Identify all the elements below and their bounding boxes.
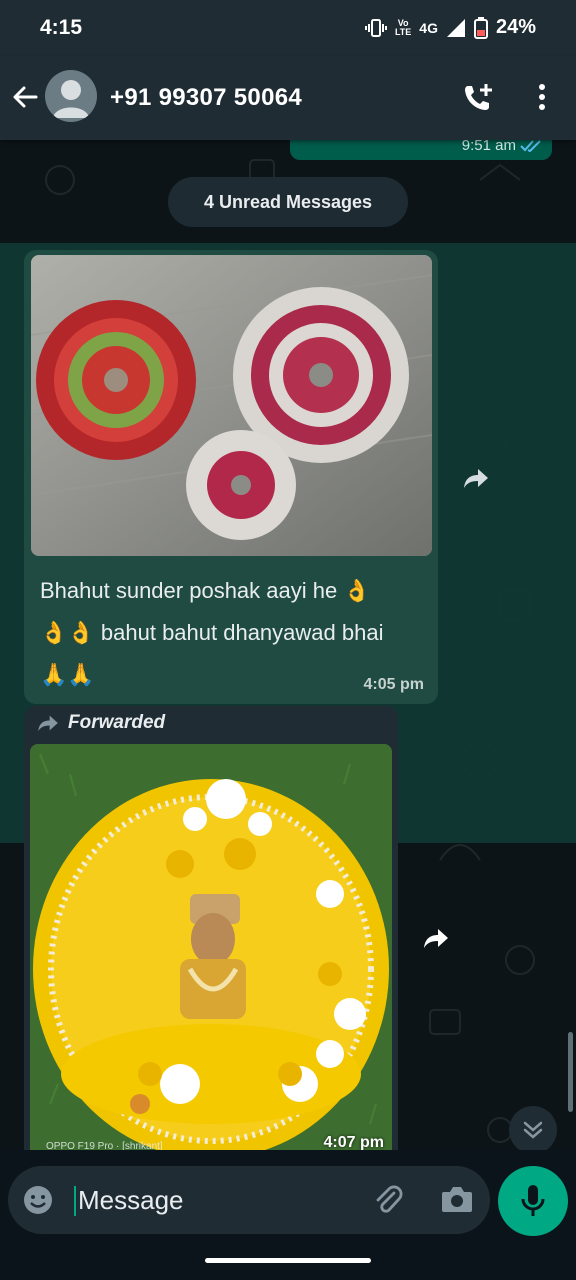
forward-arrow-icon [424, 929, 448, 948]
avatar[interactable] [45, 70, 97, 122]
status-time: 4:15 [40, 16, 83, 39]
contact-name[interactable]: +91 99307 50064 [110, 84, 302, 112]
previous-message-time: 9:51 am [462, 140, 542, 154]
message-time: 4:05 pm [363, 676, 424, 693]
status-icons: Vo LTE 4G 24% [364, 16, 536, 39]
battery-percent: 24% [495, 16, 536, 38]
status-bar: 4:15 Vo LTE 4G 24% [0, 0, 576, 56]
default-avatar-icon [53, 80, 89, 118]
microphone-icon [521, 1185, 545, 1216]
previous-message-bubble[interactable]: 9:51 am [290, 140, 552, 160]
message-input[interactable] [78, 1176, 358, 1224]
message-bubble[interactable]: Forwarded OPPO F19 Pro · [shrikant] 4:07… [24, 706, 398, 1150]
scroll-to-bottom-button[interactable] [509, 1106, 557, 1150]
forward-arrow-icon [464, 469, 488, 488]
unread-messages-label: 4 Unread Messages [168, 177, 408, 227]
chevron-double-down-icon [523, 1121, 543, 1139]
more-options-icon[interactable] [532, 82, 552, 112]
camera-icon[interactable] [440, 1184, 474, 1214]
chat-header: +91 99307 50064 [0, 56, 576, 140]
text-cursor [74, 1186, 76, 1216]
vibrate-icon [364, 18, 387, 37]
message-bubble[interactable]: Bhahut sunder poshak aayi he 👌 👌👌 bahut … [24, 250, 438, 704]
message-image[interactable]: OPPO F19 Pro · [shrikant] [30, 744, 392, 1150]
add-call-icon[interactable] [462, 82, 496, 114]
read-receipt-icon [520, 140, 541, 152]
flower-poshak-image [31, 255, 432, 556]
message-composer[interactable] [8, 1166, 490, 1234]
share-button[interactable] [458, 460, 494, 496]
scrollbar[interactable] [568, 1032, 573, 1112]
back-arrow-icon[interactable] [10, 82, 40, 112]
signal-icon [446, 18, 465, 37]
voice-message-button[interactable] [498, 1166, 568, 1236]
volte-indicator: Vo LTE [394, 17, 412, 37]
network-type: 4G [419, 19, 438, 36]
home-indicator[interactable] [205, 1258, 371, 1263]
yellow-deity-dress-image [30, 744, 392, 1150]
message-time: 4:07 pm [323, 1134, 384, 1150]
share-button[interactable] [418, 920, 454, 956]
chat-area[interactable]: 9:51 am 4 Unread Messages Bhahut sunder … [0, 140, 576, 1150]
forwarded-indicator: Forwarded [36, 712, 165, 734]
emoji-icon[interactable] [22, 1184, 54, 1216]
message-image[interactable] [31, 255, 432, 556]
forwarded-icon [38, 715, 58, 732]
battery-icon [473, 16, 488, 39]
attach-icon[interactable] [372, 1184, 404, 1216]
camera-watermark: OPPO F19 Pro · [shrikant] [46, 1141, 163, 1150]
